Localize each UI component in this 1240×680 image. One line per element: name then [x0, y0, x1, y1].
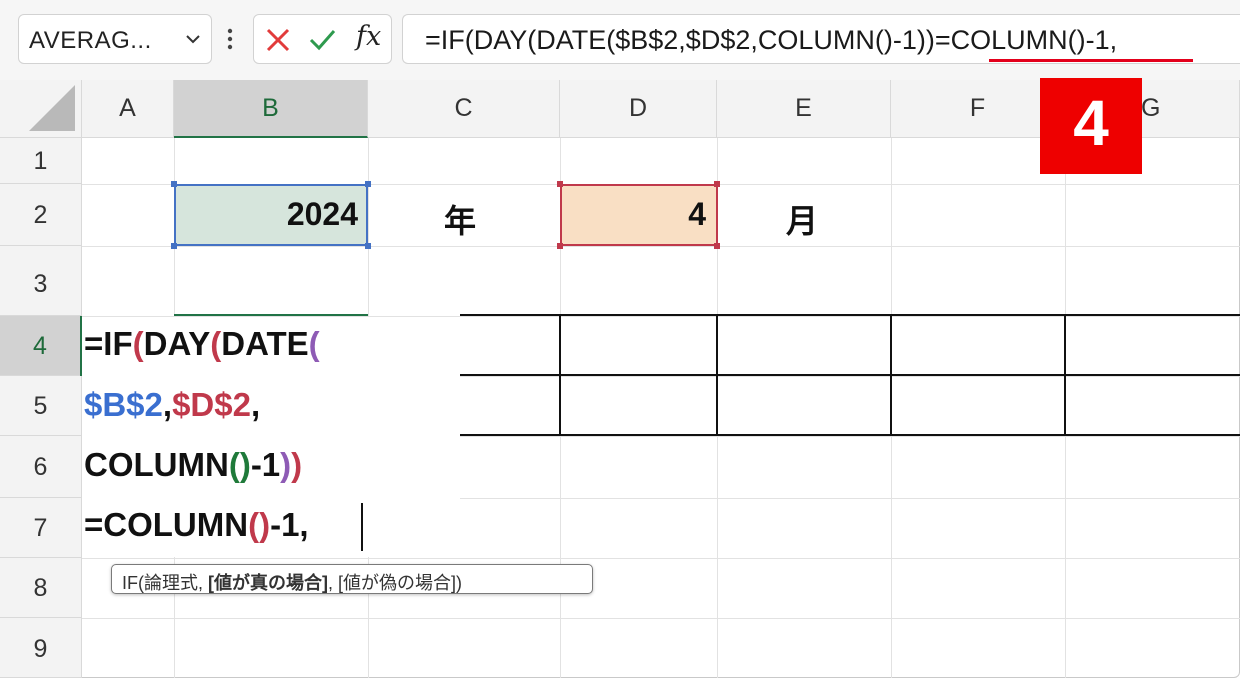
cell-e2-value: 月: [786, 203, 819, 239]
token: -1: [250, 446, 281, 483]
chevron-down-icon[interactable]: [185, 31, 201, 47]
select-all-corner[interactable]: [0, 80, 82, 138]
token: ,: [250, 386, 261, 423]
token: =COLUMN: [84, 506, 249, 543]
cancel-icon[interactable]: [264, 26, 292, 54]
token: DATE: [221, 325, 309, 362]
row-header-9[interactable]: 9: [0, 618, 82, 678]
token: $B$2: [84, 386, 163, 423]
tooltip-text: IF(論理式, [値が真の場合], [値が偽の場合]): [122, 569, 462, 595]
row-header-1[interactable]: 1: [0, 138, 82, 184]
token: ): [280, 446, 292, 483]
formula-bar: AVERAG... fx =IF(DAY(DATE($B$2,$D$2,COLU…: [0, 0, 1240, 80]
token: ): [259, 506, 271, 543]
token: DAY: [143, 325, 211, 362]
token: (: [308, 325, 320, 362]
gridline: [82, 558, 1240, 559]
insert-function-icon[interactable]: fx: [356, 21, 381, 52]
row-header-8[interactable]: 8: [0, 558, 82, 618]
token: (: [248, 506, 260, 543]
table-border: [460, 314, 1240, 316]
ref-handle[interactable]: [714, 181, 720, 187]
token: ,: [162, 386, 173, 423]
gridline: [82, 618, 1240, 619]
row-header-7[interactable]: 7: [0, 498, 82, 558]
tooltip-active-arg: [値が真の場合]: [208, 573, 328, 593]
token: (: [132, 325, 144, 362]
column-header-b[interactable]: B: [174, 80, 368, 138]
column-header-d[interactable]: D: [560, 80, 717, 138]
token: (: [228, 446, 240, 483]
name-box[interactable]: AVERAG...: [18, 14, 212, 64]
token: COLUMN: [84, 446, 229, 483]
column-b-selection-edge: [174, 314, 368, 316]
ref-handle[interactable]: [365, 181, 371, 187]
ref-handle[interactable]: [171, 181, 177, 187]
cell-b2-value: 2024: [286, 196, 358, 232]
tooltip-prefix: IF(論理式,: [122, 573, 208, 593]
column-header-g-label: G: [1141, 94, 1161, 122]
gridline: [82, 246, 1240, 247]
edit-line-2[interactable]: $B$2,$D$2,: [84, 386, 260, 424]
token: =IF: [84, 325, 133, 362]
token: ): [291, 446, 303, 483]
token: (: [210, 325, 222, 362]
cell-c2-value: 年: [444, 203, 477, 239]
enter-check-icon[interactable]: [308, 26, 336, 54]
step-number: 4: [1073, 87, 1109, 159]
ref-handle[interactable]: [557, 181, 563, 187]
token: -1,: [270, 506, 309, 543]
row-header-5[interactable]: 5: [0, 376, 82, 436]
table-border: [559, 314, 561, 436]
column-header-e[interactable]: E: [717, 80, 891, 138]
highlight-underline: [989, 59, 1193, 62]
row-header-4[interactable]: 4: [0, 316, 82, 376]
table-border: [716, 314, 718, 436]
formula-input[interactable]: =IF(DAY(DATE($B$2,$D$2,COLUMN()-1))=COLU…: [402, 14, 1240, 64]
column-header-c[interactable]: C: [368, 80, 560, 138]
cell-b2[interactable]: 2024: [174, 184, 368, 246]
edit-line-4[interactable]: =COLUMN()-1,: [84, 506, 309, 544]
active-cell-edge: [80, 316, 82, 376]
table-border: [1064, 314, 1066, 436]
tooltip-suffix: , [値が偽の場合]): [328, 573, 462, 593]
cell-d2-value: 4: [688, 196, 706, 232]
table-border: [460, 374, 1240, 376]
formula-text: =IF(DAY(DATE($B$2,$D$2,COLUMN()-1))=COLU…: [425, 25, 1118, 55]
edit-line-1[interactable]: =IF(DAY(DATE(: [84, 325, 320, 363]
row-header-6[interactable]: 6: [0, 436, 82, 498]
column-header-f[interactable]: F: [891, 80, 1065, 138]
ref-handle[interactable]: [557, 243, 563, 249]
cell-d2[interactable]: 4: [560, 184, 718, 246]
text-caret: [361, 503, 363, 551]
ref-handle[interactable]: [714, 243, 720, 249]
ref-handle[interactable]: [365, 243, 371, 249]
ref-handle[interactable]: [171, 243, 177, 249]
token: $D$2: [172, 386, 251, 423]
edit-line-3[interactable]: COLUMN()-1)): [84, 446, 302, 484]
row-header-2[interactable]: 2: [0, 184, 82, 246]
formula-controls: fx: [253, 14, 392, 64]
name-box-value: AVERAG...: [29, 27, 152, 54]
step-badge: 4: [1040, 78, 1142, 174]
token: ): [239, 446, 251, 483]
row-header-3[interactable]: 3: [0, 246, 82, 316]
more-options-icon[interactable]: [224, 26, 236, 52]
table-border: [460, 434, 1240, 436]
column-header-a[interactable]: A: [82, 80, 174, 138]
function-tooltip[interactable]: IF(論理式, [値が真の場合], [値が偽の場合]): [111, 564, 593, 594]
table-border: [890, 314, 892, 436]
